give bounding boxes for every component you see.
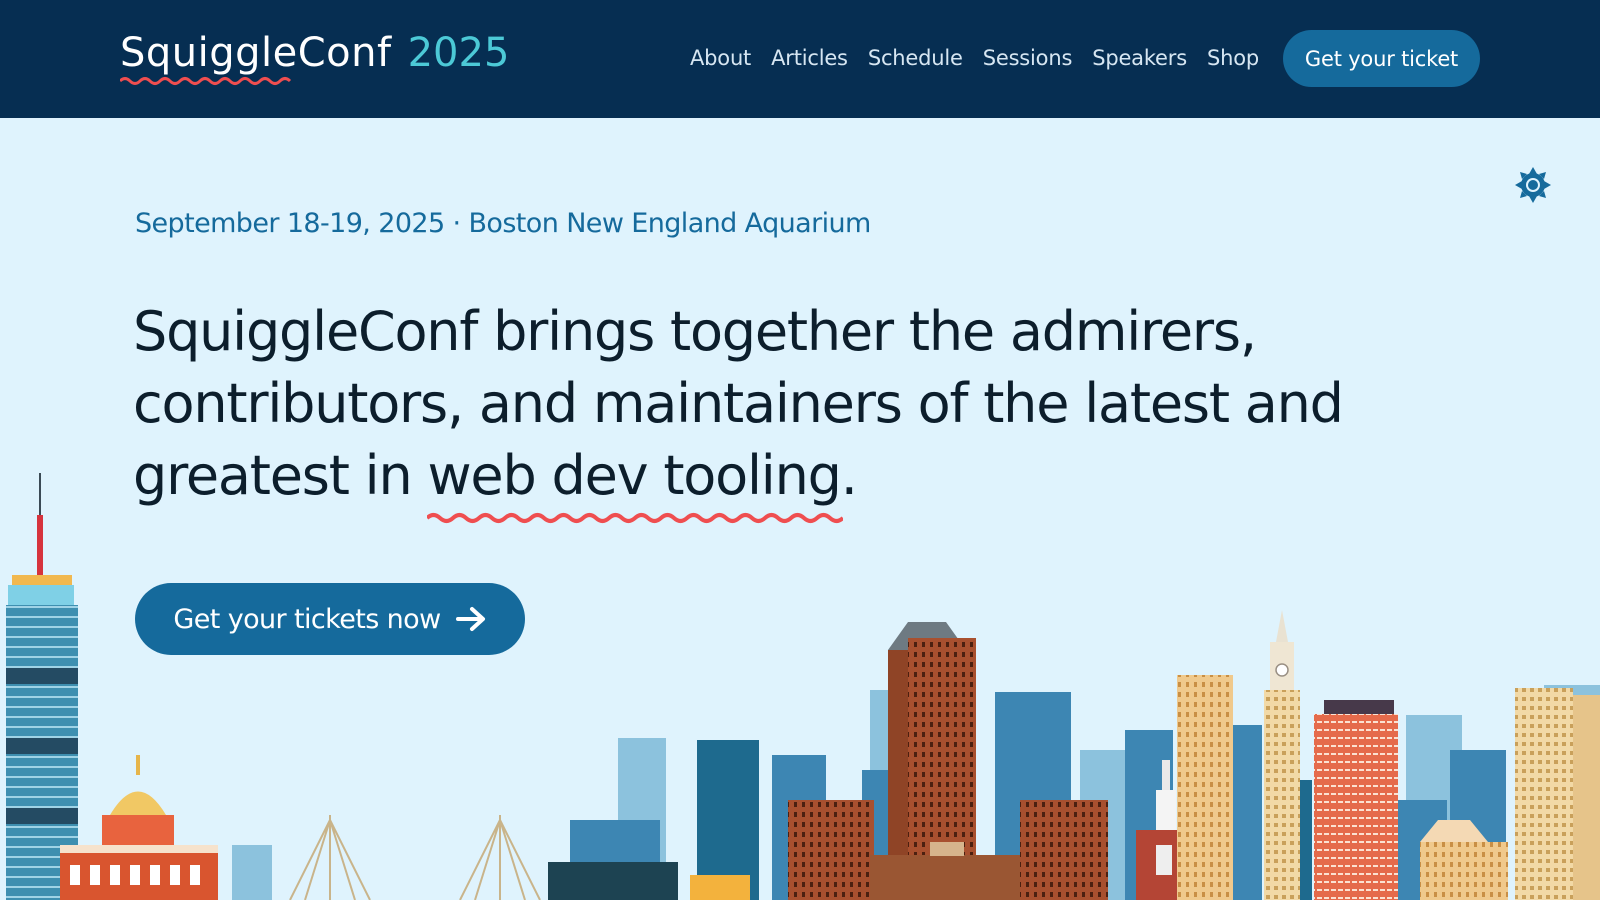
nav-schedule[interactable]: Schedule [868, 46, 963, 70]
site-header: SquiggleConf 2025 About Articles Schedul… [0, 0, 1600, 118]
logo-squiggle-underline [120, 77, 292, 85]
logo-year: 2025 [407, 30, 510, 76]
nav-articles[interactable]: Articles [771, 46, 848, 70]
main-nav: About Articles Schedule Sessions Speaker… [690, 40, 1259, 76]
logo-name: SquiggleConf [120, 30, 392, 76]
logo-link[interactable]: SquiggleConf 2025 [120, 30, 509, 86]
gear-icon [1515, 167, 1551, 203]
nav-speakers[interactable]: Speakers [1092, 46, 1187, 70]
nav-about[interactable]: About [690, 46, 751, 70]
get-ticket-button[interactable]: Get your ticket [1283, 30, 1480, 87]
theme-toggle-button[interactable] [1514, 166, 1552, 204]
nav-sessions[interactable]: Sessions [983, 46, 1073, 70]
event-date-location: September 18-19, 2025 · Boston New Engla… [135, 208, 871, 239]
boston-skyline-illustration [6, 473, 1600, 900]
nav-shop[interactable]: Shop [1207, 46, 1259, 70]
